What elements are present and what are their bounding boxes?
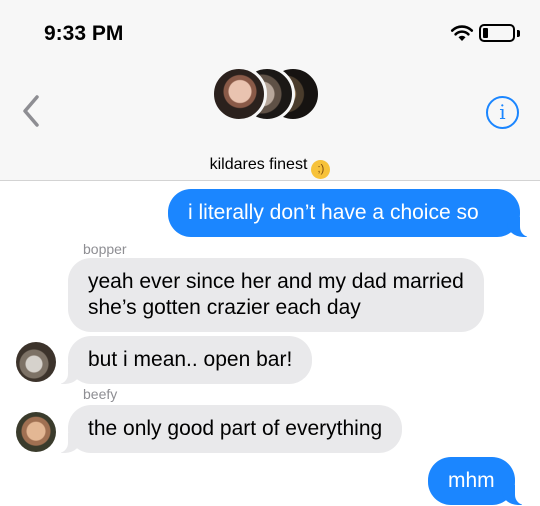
battery-icon — [479, 24, 515, 42]
avatar[interactable] — [16, 412, 56, 452]
info-icon[interactable]: i — [486, 96, 519, 129]
group-name-text: kildares finest — [209, 156, 308, 173]
sender-name: bopper — [83, 241, 127, 257]
group-avatars[interactable] — [211, 66, 321, 122]
sender-name: beefy — [83, 386, 118, 402]
incoming-message[interactable]: but i mean.. open bar! — [57, 336, 313, 384]
message-text: but i mean.. open bar! — [88, 348, 293, 371]
conversation-header: 9:33 PM i kildares finest;) — [0, 0, 540, 181]
message-text: the only good part of everything — [88, 417, 383, 440]
wifi-icon — [450, 25, 474, 41]
outgoing-message[interactable]: mhm — [428, 457, 525, 505]
back-chevron-icon[interactable] — [22, 94, 40, 128]
incoming-message[interactable]: the only good part of everything — [57, 405, 403, 453]
avatar[interactable] — [16, 342, 56, 382]
wink-emoji-icon: ;) — [311, 160, 331, 179]
outgoing-message[interactable]: i literally don’t have a choice so — [168, 189, 530, 237]
message-text: yeah ever since her and my dad married s… — [88, 270, 464, 319]
battery-nub — [517, 30, 520, 37]
avatar — [211, 66, 267, 122]
status-time: 9:33 PM — [44, 22, 124, 45]
message-text: mhm — [448, 469, 495, 492]
header-divider — [0, 180, 540, 181]
message-text: i literally don’t have a choice so — [188, 201, 479, 224]
incoming-message[interactable]: yeah ever since her and my dad married s… — [68, 258, 484, 332]
group-title[interactable]: kildares finest;) — [0, 156, 540, 179]
